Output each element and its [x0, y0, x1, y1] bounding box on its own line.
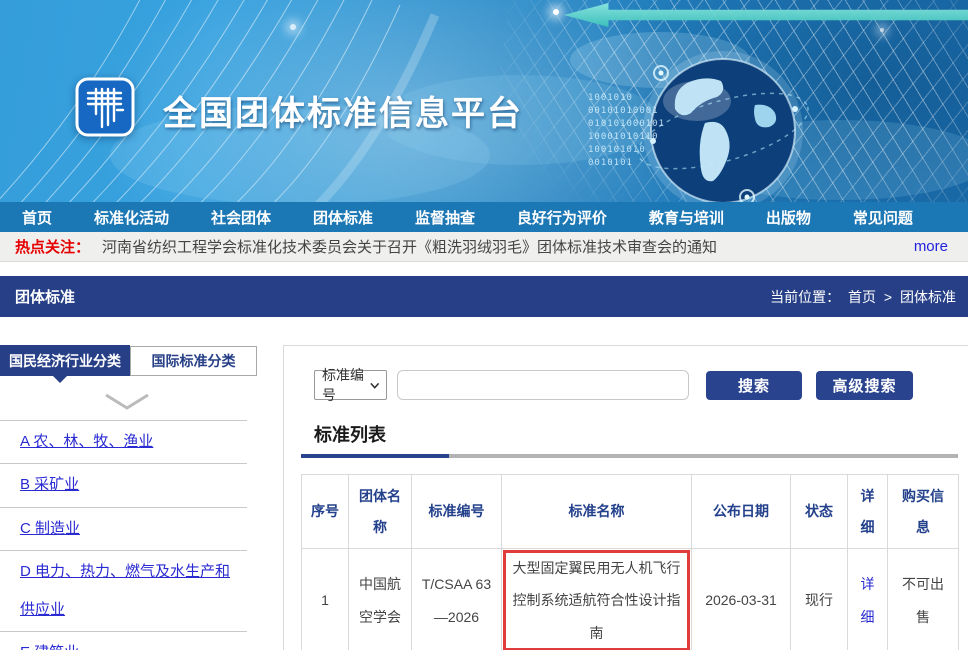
tab-national-economy-classification[interactable]: 国民经济行业分类 — [0, 345, 130, 376]
breadcrumb-current: 团体标准 — [900, 289, 956, 305]
category-list: A 农、林、牧、渔业 B 采矿业 C 制造业 D 电力、热力、燃气及水生产和供应… — [0, 420, 247, 650]
site-title: 全国团体标准信息平台 — [163, 86, 523, 135]
search-row: 标准编号 搜索 高级搜索 — [314, 370, 959, 400]
nav-item-home[interactable]: 首页 — [22, 207, 52, 228]
cell-detail: 详细 — [848, 549, 888, 650]
sparkle-decoration — [880, 28, 884, 32]
nav-item-good-behavior-evaluation[interactable]: 良好行为评价 — [517, 207, 607, 228]
list-item: E 建筑业 — [0, 632, 247, 650]
header-purchase: 购买信息 — [888, 475, 959, 549]
cell-purchase: 不可出售 — [888, 549, 959, 650]
nav-item-faq[interactable]: 常见问题 — [853, 207, 913, 228]
sparkle-decoration — [290, 24, 296, 30]
active-tab-pointer — [53, 376, 67, 383]
list-item: A 农、林、牧、渔业 — [0, 421, 247, 464]
select-value: 标准编号 — [322, 365, 370, 405]
banner: 1001010 00101010001 010101000101 1000101… — [0, 0, 968, 202]
header-detail: 详细 — [848, 475, 888, 549]
breadcrumb-home-link[interactable]: 首页 — [848, 289, 876, 305]
section-title: 团体标准 — [15, 286, 75, 307]
cell-status: 现行 — [791, 549, 848, 650]
nav-item-supervision-check[interactable]: 监督抽查 — [415, 207, 475, 228]
cell-date: 2026-03-31 — [692, 549, 791, 650]
header-code: 标准编号 — [412, 475, 502, 549]
cell-index: 1 — [302, 549, 349, 650]
sparkle-decoration — [553, 9, 559, 15]
hot-topics-bar: 热点关注： 河南省纺织工程学会标准化技术委员会关于召开《粗洗羽绒羽毛》团体标准技… — [0, 232, 968, 262]
sidebar-item-b-mining[interactable]: B 采矿业 — [20, 476, 79, 493]
tab-label: 国际标准分类 — [152, 351, 236, 371]
sidebar-item-d-electricity-gas-water[interactable]: D 电力、热力、燃气及水生产和供应业 — [20, 563, 230, 618]
main-nav: 首页 标准化活动 社会团体 团体标准 监督抽查 良好行为评价 教育与培训 出版物… — [0, 202, 968, 232]
main-panel: 标准编号 搜索 高级搜索 标准列表 — [283, 345, 968, 650]
sidebar-item-c-manufacturing[interactable]: C 制造业 — [20, 520, 80, 537]
sidebar-tabs: 国民经济行业分类 国际标准分类 — [0, 345, 283, 376]
select-chevron-down-icon — [370, 382, 380, 389]
search-field-select[interactable]: 标准编号 — [314, 370, 387, 400]
hot-topics-label: 热点关注： — [15, 236, 90, 257]
table-row: 1 中国航空学会 T/CSAA 63—2026 大型固定翼民用无人机飞行控制系统… — [302, 549, 959, 650]
nav-item-social-organizations[interactable]: 社会团体 — [211, 207, 271, 228]
hot-topic-notice-link[interactable]: 河南省纺织工程学会标准化技术委员会关于召开《粗洗羽绒羽毛》团体标准技术审查会的通… — [102, 236, 717, 257]
table-header-row: 序号 团体名称 标准编号 标准名称 公布日期 状态 详细 购买信息 — [302, 475, 959, 549]
header-status: 状态 — [791, 475, 848, 549]
breadcrumb: 当前位置： 首页 > 团体标准 — [766, 287, 956, 307]
header-date: 公布日期 — [692, 475, 791, 549]
header-name: 标准名称 — [502, 475, 692, 549]
title-underline-accent — [301, 454, 449, 458]
header-index: 序号 — [302, 475, 349, 549]
search-button[interactable]: 搜索 — [706, 371, 802, 400]
nav-item-group-standards[interactable]: 团体标准 — [313, 207, 373, 228]
tab-international-standard-classification[interactable]: 国际标准分类 — [130, 346, 257, 376]
title-underline — [301, 454, 958, 458]
list-item: B 采矿业 — [0, 464, 247, 507]
binary-digits-decoration: 1001010 00101010001 010101000101 1000101… — [588, 92, 666, 170]
list-item: D 电力、热力、燃气及水生产和供应业 — [0, 551, 247, 633]
nav-item-standardization-activities[interactable]: 标准化活动 — [94, 207, 169, 228]
section-bar: 团体标准 当前位置： 首页 > 团体标准 — [0, 276, 968, 317]
standard-name-text: 大型固定翼民用无人机飞行控制系统适航符合性设计指南 — [513, 560, 681, 640]
sidebar-item-e-construction[interactable]: E 建筑业 — [20, 644, 79, 650]
sidebar-item-a-agriculture[interactable]: A 农、林、牧、渔业 — [20, 433, 153, 450]
breadcrumb-separator: > — [884, 289, 892, 305]
nav-item-education-training[interactable]: 教育与培训 — [649, 207, 724, 228]
sidebar: 国民经济行业分类 国际标准分类 A 农、林、牧、渔业 B 采矿业 C 制造业 D… — [0, 345, 283, 650]
cell-org: 中国航空学会 — [349, 549, 412, 650]
content-area: 国民经济行业分类 国际标准分类 A 农、林、牧、渔业 B 采矿业 C 制造业 D… — [0, 345, 968, 650]
standard-list-title: 标准列表 — [314, 421, 959, 447]
tab-label: 国民经济行业分类 — [9, 351, 121, 371]
standards-table: 序号 团体名称 标准编号 标准名称 公布日期 状态 详细 购买信息 1 中国航空… — [301, 474, 959, 650]
platform-logo-icon[interactable] — [75, 77, 135, 137]
advanced-search-button[interactable]: 高级搜索 — [816, 371, 913, 400]
nav-item-publications[interactable]: 出版物 — [766, 207, 811, 228]
detail-link[interactable]: 详细 — [861, 576, 875, 624]
more-link[interactable]: more — [914, 238, 948, 255]
cell-standard-name: 大型固定翼民用无人机飞行控制系统适航符合性设计指南 — [502, 549, 692, 650]
list-item: C 制造业 — [0, 508, 247, 551]
breadcrumb-label: 当前位置： — [770, 289, 840, 305]
page: 1001010 00101010001 010101000101 1000101… — [0, 0, 968, 650]
cell-code: T/CSAA 63—2026 — [412, 549, 502, 650]
header-org: 团体名称 — [349, 475, 412, 549]
search-input[interactable] — [397, 370, 689, 400]
chevron-down-icon — [104, 393, 150, 411]
